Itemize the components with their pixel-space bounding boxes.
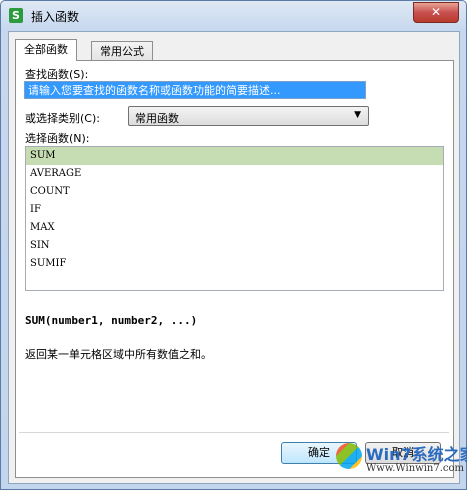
close-button[interactable]: ✕ bbox=[413, 2, 459, 23]
title-bar[interactable]: S 插入函数 ✕ bbox=[1, 1, 466, 31]
wps-spreadsheet-icon: S bbox=[9, 8, 23, 23]
tab-all-functions[interactable]: 全部函数 bbox=[15, 39, 77, 61]
dialog-title: 插入函数 bbox=[31, 10, 80, 24]
insert-function-dialog: S 插入函数 ✕ 全部函数 常用公式 查找函数(S): 请输入您要查找的函数名称… bbox=[0, 0, 467, 490]
watermark: Win7系统之家 Www.Winwin7.com bbox=[336, 439, 467, 479]
watermark-brand: Win7系统之家 bbox=[366, 445, 467, 464]
function-list-label: 选择函数(N): bbox=[25, 132, 90, 145]
list-item[interactable]: SIN bbox=[26, 237, 443, 255]
close-icon: ✕ bbox=[430, 5, 442, 19]
watermark-url: Www.Winwin7.com bbox=[366, 463, 464, 474]
tab-common-formulas[interactable]: 常用公式 bbox=[91, 41, 153, 61]
search-input[interactable]: 请输入您要查找的函数名称或函数功能的简要描述... bbox=[24, 81, 366, 99]
list-item[interactable]: AVERAGE bbox=[26, 165, 443, 183]
category-label: 或选择类别(C): bbox=[25, 112, 100, 125]
function-signature: SUM(number1, number2, ...) bbox=[25, 314, 198, 327]
list-item[interactable]: SUM bbox=[26, 147, 443, 165]
function-list[interactable]: SUM AVERAGE COUNT IF MAX SIN SUMIF bbox=[25, 146, 444, 291]
list-item[interactable]: MAX bbox=[26, 219, 443, 237]
list-item[interactable]: IF bbox=[26, 201, 443, 219]
divider bbox=[19, 432, 449, 433]
dropdown-arrow-icon: ▼ bbox=[354, 110, 361, 120]
function-description: 返回某一单元格区域中所有数值之和。 bbox=[25, 348, 212, 361]
windows-logo-icon bbox=[336, 443, 362, 469]
category-select[interactable]: 常用函数 ▼ bbox=[128, 106, 369, 126]
list-item[interactable]: SUMIF bbox=[26, 255, 443, 273]
list-item[interactable]: COUNT bbox=[26, 183, 443, 201]
dialog-body: 全部函数 常用公式 查找函数(S): 请输入您要查找的函数名称或函数功能的简要描… bbox=[8, 31, 460, 484]
category-selected-value: 常用函数 bbox=[135, 112, 179, 125]
search-label: 查找函数(S): bbox=[25, 68, 89, 81]
